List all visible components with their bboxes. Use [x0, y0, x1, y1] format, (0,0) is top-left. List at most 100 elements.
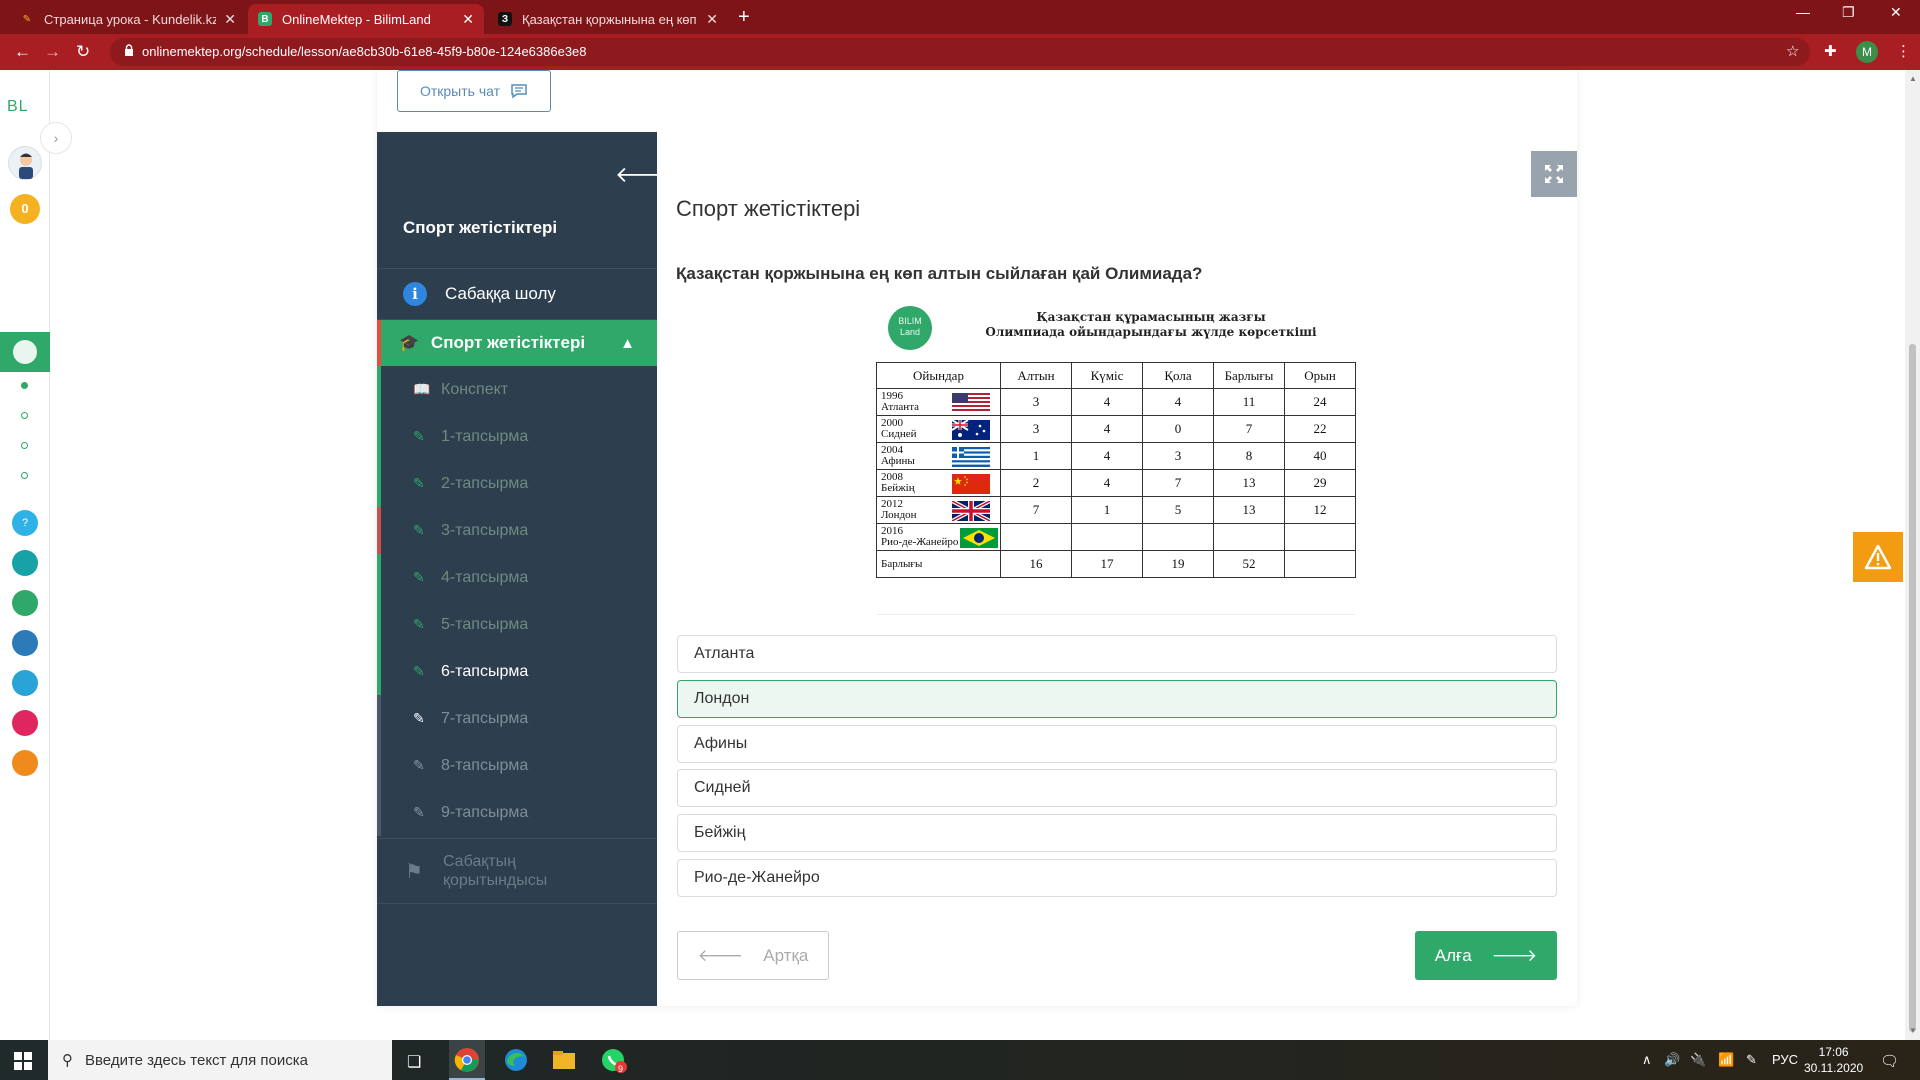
close-tab-icon[interactable]: ✕ — [462, 11, 474, 28]
fullscreen-button[interactable] — [1531, 151, 1577, 197]
answer-option-rio[interactable]: Рио-де-Жанейро — [677, 859, 1557, 897]
language-indicator[interactable]: РУС — [1772, 1052, 1798, 1067]
table-total-row: Барлығы 16 17 19 52 — [876, 550, 1356, 578]
browser-tab-kundelik[interactable]: ✎ Страница урока - Kundelik.kz ✕ — [10, 4, 246, 34]
browser-menu-icon[interactable]: ⋮ — [1896, 42, 1911, 60]
warning-triangle-icon — [1864, 544, 1892, 570]
question-text: Қазақстан қоржынына ең көп алтын сыйлаға… — [676, 264, 1203, 283]
volume-icon[interactable]: 🔊 — [1664, 1052, 1680, 1068]
sidebar-item-task-6[interactable]: ✎ 6-тапсырма — [377, 648, 657, 695]
whatsapp-icon[interactable] — [600, 1046, 628, 1074]
edge-icon[interactable] — [502, 1046, 530, 1074]
lesson-sidebar: 🡐 Спорт жетістіктері i Сабаққа шолу 🎓 Сп… — [377, 132, 674, 1006]
scrollbar-thumb[interactable] — [1909, 344, 1916, 1032]
graduation-cap-icon: 🎓 — [399, 335, 419, 352]
minimize-window-icon[interactable]: — — [1796, 4, 1810, 20]
url-field[interactable]: onlinemektep.org/schedule/lesson/ae8cb30… — [110, 38, 1810, 66]
scroll-down-icon[interactable]: ▼ — [1909, 1026, 1917, 1035]
rail-app-icon[interactable] — [12, 550, 38, 576]
tray-chevron-up-icon[interactable]: ∧ — [1642, 1052, 1652, 1068]
file-explorer-icon[interactable] — [550, 1046, 578, 1074]
rail-item-onlinemektep[interactable] — [0, 332, 50, 372]
rail-app-icon[interactable] — [12, 630, 38, 656]
close-tab-icon[interactable]: ✕ — [224, 11, 236, 28]
chat-icon — [511, 84, 527, 99]
sidebar-item-konspekt[interactable]: 📖 Конспект — [377, 366, 657, 413]
back-button[interactable]: 🡐 Артқа — [677, 931, 829, 980]
sidebar-item-summary[interactable]: ⚑ Сабақтың қорытындысы — [377, 838, 657, 904]
sidebar-item-task-3[interactable]: ✎ 3-тапсырма — [377, 507, 657, 554]
sidebar-section-sport[interactable]: 🎓 Спорт жетістіктері ▲ — [377, 320, 657, 366]
forward-arrow-icon[interactable]: → — [44, 42, 61, 62]
scroll-up-icon[interactable]: ▲ — [1909, 74, 1917, 83]
open-chat-button[interactable]: Открыть чат — [397, 70, 551, 112]
report-problem-button[interactable] — [1853, 532, 1903, 582]
uk-flag-icon — [952, 501, 990, 521]
answer-option-london[interactable]: Лондон — [677, 680, 1557, 718]
medal-table-figure: BILIM Land Қазақстан құрамасының жазғы О… — [876, 300, 1361, 580]
wifi-icon[interactable]: 📶 — [1718, 1052, 1734, 1068]
taskbar-clock[interactable]: 17:06 30.11.2020 — [1804, 1044, 1863, 1076]
table-row: 1996 Атланта 3 4 4 11 24 — [876, 388, 1356, 416]
edit-icon: ✎ — [413, 616, 425, 632]
table-row: 2004 Афины 1 4 3 8 40 — [876, 442, 1356, 470]
answer-option-atlanta[interactable]: Атланта — [677, 635, 1557, 673]
rail-app-icon[interactable] — [12, 670, 38, 696]
sidebar-item-task-4[interactable]: ✎ 4-тапсырма — [377, 554, 657, 601]
rail-subitem[interactable] — [21, 412, 28, 419]
rail-app-icon[interactable] — [12, 750, 38, 776]
rail-subitem[interactable] — [21, 442, 28, 449]
collapse-sidebar-arrow-icon[interactable]: 🡐 — [615, 162, 674, 188]
sidebar-item-task-5[interactable]: ✎ 5-тапсырма — [377, 601, 657, 648]
edit-icon: ✎ — [413, 757, 425, 773]
rail-app-icon[interactable] — [12, 590, 38, 616]
help-question-icon[interactable]: ? — [12, 510, 38, 536]
rail-subitem[interactable] — [21, 472, 28, 479]
user-avatar-icon — [19, 153, 33, 179]
chrome-icon[interactable] — [453, 1046, 481, 1074]
chevron-up-icon[interactable]: ▲ — [620, 335, 635, 352]
reload-icon[interactable]: ↻ — [76, 42, 90, 62]
brazil-flag-icon — [960, 528, 998, 548]
task-view-icon[interactable]: ❏ — [407, 1052, 421, 1072]
sidebar-item-task-2[interactable]: ✎ 2-тапсырма — [377, 460, 657, 507]
sidebar-item-task-9[interactable]: ✎ 9-тапсырма — [377, 789, 657, 836]
arrow-right-icon: 🡒 — [1491, 945, 1538, 965]
pen-icon[interactable]: ✎ — [1746, 1052, 1757, 1068]
user-avatar[interactable] — [8, 146, 42, 180]
sidebar-item-overview[interactable]: i Сабаққа шолу — [377, 268, 657, 320]
sidebar-item-task-1[interactable]: ✎ 1-тапсырма — [377, 413, 657, 460]
task-title: Спорт жетістіктері — [676, 196, 861, 221]
page-scrollbar[interactable]: ▲ ▼ — [1905, 70, 1920, 1040]
coins-badge[interactable]: 0 — [10, 194, 40, 224]
taskbar-search-input[interactable]: ⚲ Введите здесь текст для поиска — [48, 1040, 392, 1080]
close-tab-icon[interactable]: ✕ — [706, 11, 718, 28]
bookmark-star-icon[interactable]: ☆ — [1786, 42, 1799, 60]
rail-app-icon[interactable] — [12, 710, 38, 736]
edit-icon: ✎ — [413, 663, 425, 679]
bilimland-favicon-icon: B — [258, 12, 272, 26]
sidebar-item-task-7[interactable]: ✎ 7-тапсырма — [377, 695, 657, 742]
rail-subitem[interactable] — [21, 382, 28, 389]
next-button[interactable]: Алға 🡒 — [1415, 931, 1557, 980]
extensions-puzzle-icon[interactable]: ✚ — [1824, 42, 1837, 60]
network-icon[interactable]: 🔌 — [1690, 1052, 1706, 1068]
browser-tab-onlinemektep[interactable]: B OnlineMektep - BilimLand ✕ — [248, 4, 484, 34]
back-arrow-icon[interactable]: ← — [14, 42, 31, 62]
answer-option-sydney[interactable]: Сидней — [677, 769, 1557, 807]
page-favicon-icon: З — [498, 12, 512, 26]
search-icon: ⚲ — [62, 1052, 73, 1069]
restore-window-icon[interactable]: ❐ — [1842, 4, 1855, 21]
answer-option-athens[interactable]: Афины — [677, 725, 1557, 763]
new-tab-button[interactable]: + — [738, 6, 750, 29]
app-rail: BL 0 ? — [0, 70, 50, 1040]
browser-tab-question[interactable]: З Қазақстан қоржынына ең көп а ✕ — [488, 4, 728, 34]
browser-address-bar: ← → ↻ onlinemektep.org/schedule/lesson/a… — [0, 34, 1920, 70]
close-window-icon[interactable]: ✕ — [1890, 4, 1902, 21]
rail-expand-chevron-icon[interactable]: › — [40, 122, 72, 154]
notifications-icon[interactable]: 🗨 — [1880, 1052, 1899, 1070]
answer-option-beijing[interactable]: Бейжің — [677, 814, 1557, 852]
profile-avatar[interactable]: M — [1856, 41, 1878, 63]
windows-start-icon[interactable] — [14, 1052, 32, 1070]
sidebar-item-task-8[interactable]: ✎ 8-тапсырма — [377, 742, 657, 789]
